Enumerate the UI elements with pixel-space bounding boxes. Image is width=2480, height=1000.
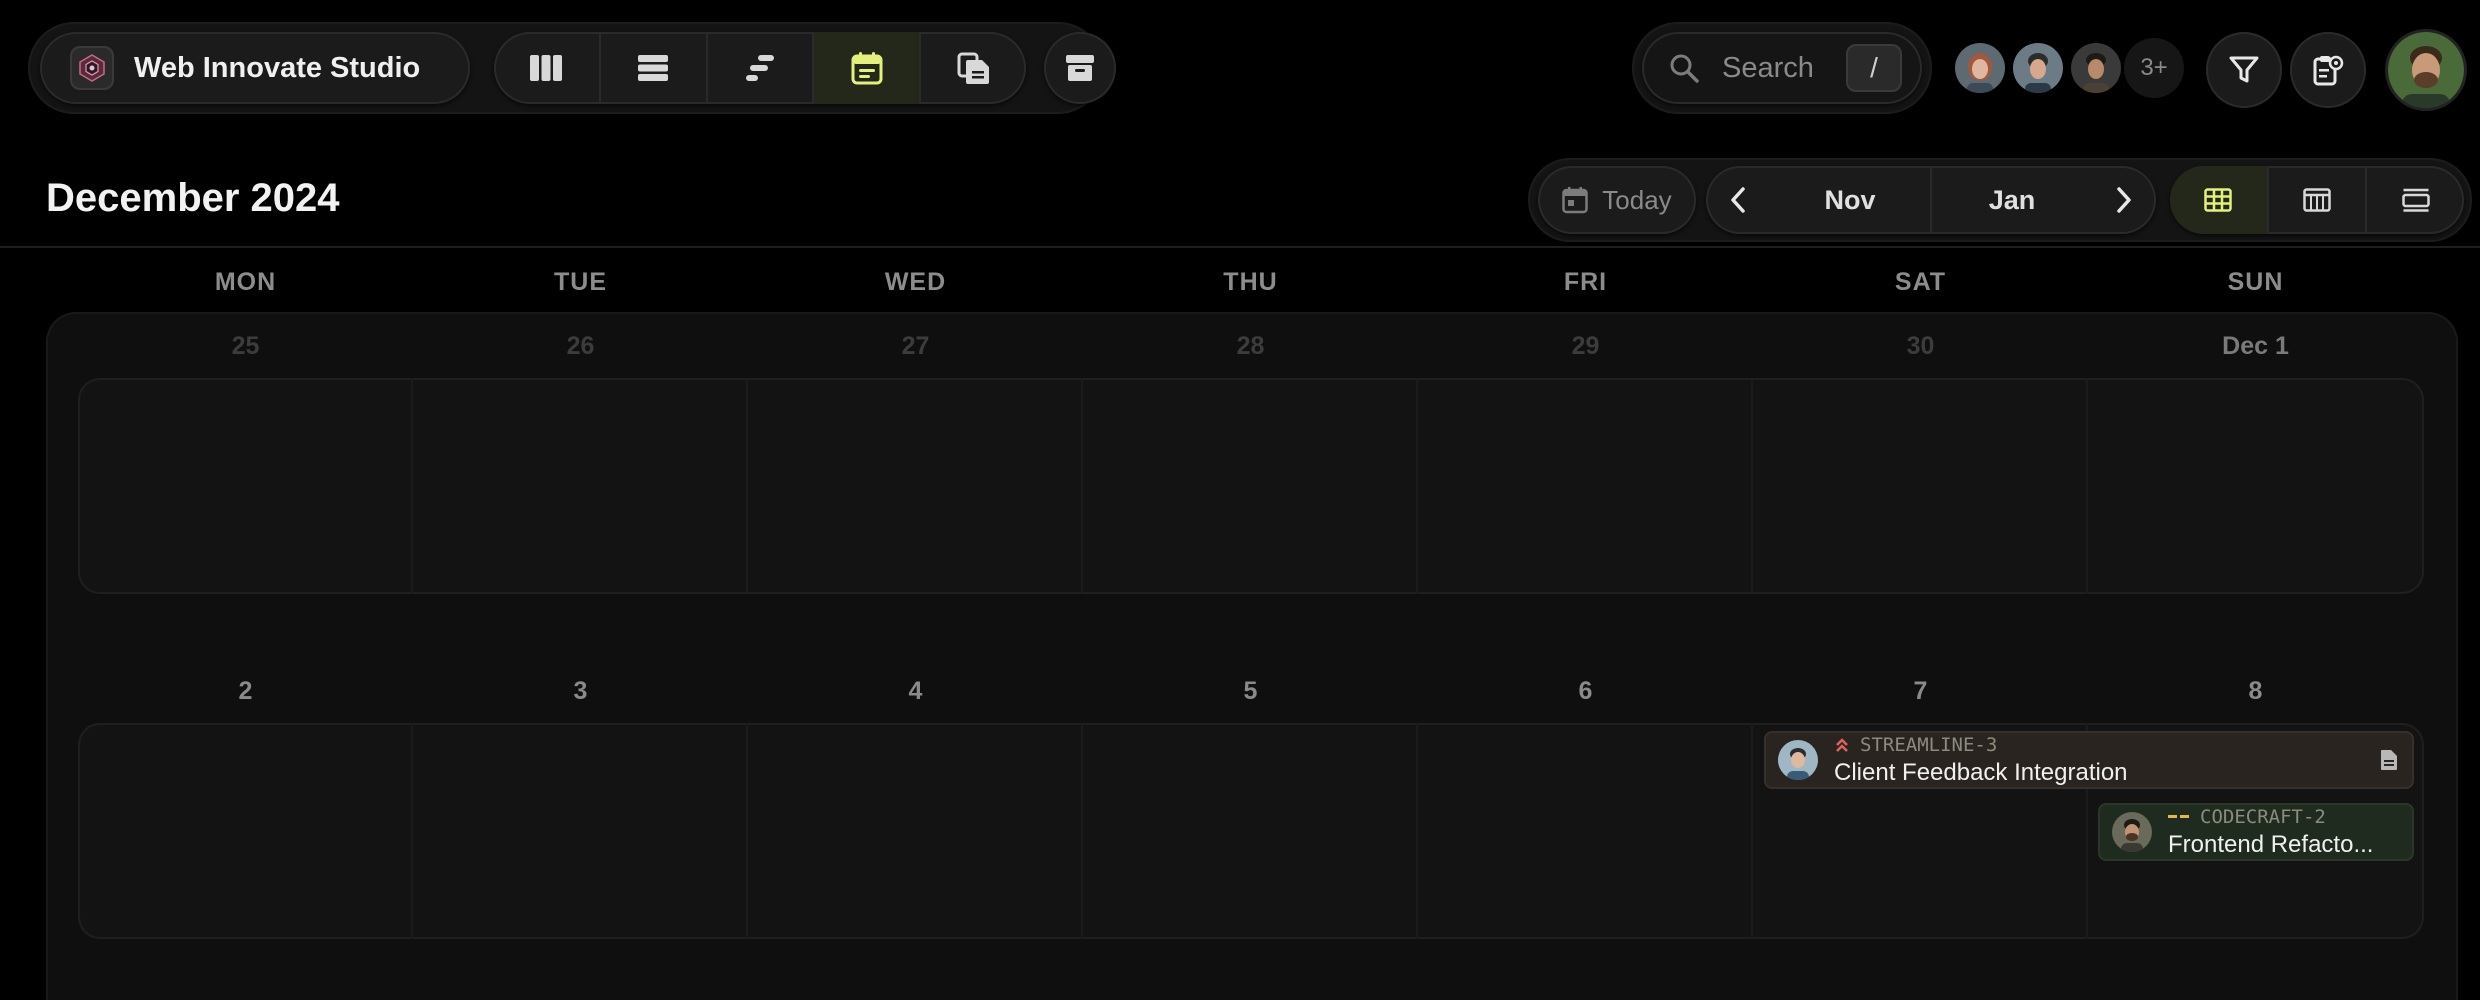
search-shortcut-key: /	[1846, 44, 1902, 92]
search-input[interactable]: Search /	[1642, 32, 1922, 104]
day-number: 29	[1571, 332, 1600, 360]
day-number: 27	[901, 332, 930, 360]
priority-medium-icon	[2168, 815, 2189, 818]
day-number: 5	[1243, 677, 1258, 705]
weekday-label: MON	[214, 268, 277, 296]
week-row[interactable]	[78, 378, 2424, 594]
search-container: Search /	[1632, 22, 1932, 114]
columns-icon	[530, 55, 563, 81]
next-month-label[interactable]: Jan	[1932, 166, 2092, 234]
day-number: 28	[1236, 332, 1265, 360]
day-number: 3	[573, 677, 588, 705]
weekday-label: FRI	[1563, 268, 1608, 296]
view-switcher	[494, 32, 1026, 104]
day-divider	[1751, 723, 1753, 939]
workspace-name: Web Innovate Studio	[134, 51, 421, 84]
day-divider	[2086, 378, 2088, 594]
weekday-label: TUE	[554, 268, 607, 296]
search-placeholder: Search	[1722, 51, 1814, 84]
calendar-icon	[851, 52, 883, 85]
day-number: 2	[238, 677, 253, 705]
avatar[interactable]	[1952, 40, 2008, 96]
workspace-switcher[interactable]: Web Innovate Studio	[40, 32, 470, 104]
document-icon	[2381, 750, 2397, 770]
event-title: Client Feedback Integration	[1834, 758, 2128, 786]
archive-button[interactable]	[1044, 32, 1116, 104]
day-divider	[746, 378, 748, 594]
day-divider	[1081, 378, 1083, 594]
day-number: 8	[2248, 677, 2263, 705]
day-number: 30	[1906, 332, 1935, 360]
calendar-view-button[interactable]	[814, 32, 922, 104]
timeline-icon	[745, 55, 774, 81]
event-key: STREAMLINE-3	[1860, 733, 1998, 756]
calendar-day-icon	[1562, 187, 1589, 214]
workspace-logo-icon	[70, 46, 114, 90]
calendar-layout-switcher	[2170, 166, 2464, 234]
grid-icon	[2204, 188, 2233, 212]
member-avatars[interactable]: 3+	[1952, 38, 2184, 98]
filter-icon	[2229, 56, 2259, 83]
weekday-label: SUN	[2227, 268, 2284, 296]
day-divider	[1416, 378, 1418, 594]
clipboard-settings-icon	[2313, 55, 2344, 86]
day-divider	[1416, 723, 1418, 939]
chevron-right-icon	[2117, 187, 2131, 213]
avatar[interactable]	[2010, 40, 2066, 96]
month-navigator: Nov Jan	[1706, 166, 2156, 234]
avatar[interactable]	[2068, 40, 2124, 96]
avatar	[2112, 812, 2152, 852]
chevron-left-icon	[1731, 187, 1745, 213]
week-row[interactable]: STREAMLINE-3 Client Feedback Integration	[78, 723, 2424, 939]
user-avatar[interactable]	[2388, 32, 2464, 108]
documents-view-button[interactable]	[921, 32, 1026, 104]
day-number: 4	[908, 677, 923, 705]
more-members-badge[interactable]: 3+	[2124, 38, 2184, 98]
board-view-button[interactable]	[494, 32, 601, 104]
page-title: December 2024	[46, 176, 340, 220]
day-divider	[411, 378, 413, 594]
calendar-event[interactable]: CODECRAFT-2 Frontend Refacto...	[2098, 803, 2414, 861]
month-grid-layout-button[interactable]	[2170, 166, 2269, 234]
day-number: 6	[1578, 677, 1593, 705]
header-divider	[0, 246, 2480, 248]
list-view-button[interactable]	[601, 32, 708, 104]
day-divider	[746, 723, 748, 939]
day-divider	[1751, 378, 1753, 594]
search-icon	[1670, 54, 1699, 83]
list-icon	[638, 55, 669, 81]
event-key: CODECRAFT-2	[2200, 805, 2326, 828]
priority-high-icon	[1836, 738, 1848, 752]
timeline-view-button[interactable]	[708, 32, 815, 104]
event-title: Frontend Refacto...	[2168, 830, 2374, 858]
documents-icon	[957, 52, 989, 84]
filter-button[interactable]	[2206, 32, 2282, 108]
calendar-navigation: Today Nov Jan	[1528, 158, 2472, 242]
workspace-toolbar: Web Innovate Studio	[28, 22, 1116, 114]
day-number: 26	[566, 332, 595, 360]
weekday-label: THU	[1223, 268, 1278, 296]
project-settings-button[interactable]	[2290, 32, 2366, 108]
day-divider	[1081, 723, 1083, 939]
day-number: 25	[231, 332, 260, 360]
day-layout-icon	[2401, 188, 2430, 212]
day-divider	[411, 723, 413, 939]
today-button[interactable]: Today	[1538, 166, 1696, 234]
calendar-event[interactable]: STREAMLINE-3 Client Feedback Integration	[1764, 731, 2414, 789]
previous-month-button[interactable]	[1706, 166, 1770, 234]
weekday-label: WED	[884, 268, 947, 296]
day-number: 7	[1913, 677, 1928, 705]
previous-month-label[interactable]: Nov	[1770, 166, 1932, 234]
avatar	[1778, 740, 1818, 780]
day-layout-button[interactable]	[2367, 166, 2464, 234]
columns-layout-icon	[2303, 188, 2331, 212]
archive-icon	[1066, 55, 1094, 81]
next-month-button[interactable]	[2092, 166, 2156, 234]
weekday-label: SAT	[1894, 268, 1947, 296]
week-columns-layout-button[interactable]	[2269, 166, 2368, 234]
today-label: Today	[1602, 184, 1672, 215]
day-number: Dec 1	[2222, 332, 2289, 360]
